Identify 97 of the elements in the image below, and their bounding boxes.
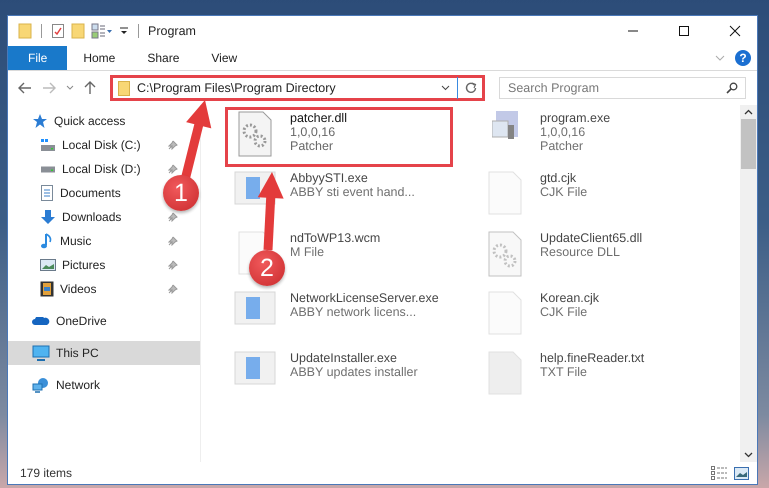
sidebar-item[interactable]: Documents [8,181,125,205]
pin-icon[interactable] [168,236,178,246]
program-icon [492,111,518,139]
up-arrow-icon[interactable] [84,81,96,95]
properties-icon[interactable] [91,23,113,39]
file-detail: ABBY network licens... [290,305,418,319]
drive-icon [40,138,56,152]
recent-caret-icon[interactable] [66,85,74,91]
help-icon[interactable]: ? [735,50,751,66]
star-icon [32,113,48,129]
file-name: help.fineReader.txt [540,351,644,365]
file-item[interactable]: Korean.cjk CJK File [540,291,600,319]
sidebar-item[interactable]: Quick access [8,109,130,133]
ribbon-tab[interactable]: Home [67,46,132,70]
sidebar-item[interactable]: OneDrive [8,309,111,333]
file-detail: Patcher [540,139,584,153]
file-item[interactable]: ndToWP13.wcm M File [290,231,380,259]
film-icon [40,281,54,297]
refresh-icon[interactable] [465,82,477,94]
window-title: Program [148,24,196,38]
file-item[interactable]: NetworkLicenseServer.exe ABBY network licens... [290,291,439,319]
application-icon [234,351,276,385]
sidebar-item[interactable]: Local Disk (C:) [8,133,145,157]
text-file-icon [488,351,522,395]
file-item[interactable]: UpdateInstaller.exe ABBY updates installer [290,351,418,379]
sidebar-item[interactable]: Local Disk (D:) [8,157,145,181]
application-icon [234,291,276,325]
blank-file-icon [488,291,522,335]
music-note-icon [40,233,54,249]
file-name: patcher.dll [290,111,347,125]
file-detail: TXT File [540,365,588,379]
address-field[interactable]: C:\Program Files\Program Directory [110,75,485,101]
sidebar-item[interactable]: Videos [8,277,100,301]
sidebar-item[interactable]: This PC [8,341,200,365]
blank-file-icon [488,171,522,215]
scroll-down-icon[interactable] [744,452,753,458]
minimize-icon [626,30,638,32]
file-name: gtd.cjk [540,171,578,185]
pin-icon[interactable] [168,284,178,294]
item-count: 179 items [20,466,72,480]
picture-frame-icon [40,258,56,272]
file-detail: M File [290,245,326,259]
checklist-icon[interactable] [51,23,65,39]
file-item[interactable]: program.exe 1,0,0,16 Patcher [540,111,610,153]
file-name: ndToWP13.wcm [290,231,380,245]
document-icon [40,185,54,201]
folder-icon [118,80,130,96]
file-item[interactable]: help.fineReader.txt TXT File [540,351,644,379]
file-name: NetworkLicenseServer.exe [290,291,439,305]
pin-icon[interactable] [168,260,178,270]
computer-icon [32,345,50,361]
file-detail: CJK File [540,185,588,199]
network-icon [32,377,50,393]
file-name: Korean.cjk [540,291,600,305]
file-item[interactable]: gtd.cjk CJK File [540,171,588,199]
download-arrow-icon [40,209,56,225]
search-icon[interactable] [726,82,738,94]
sidebar-item[interactable]: Pictures [8,253,110,277]
file-name: UpdateClient65.dll [540,231,642,245]
expand-ribbon-icon[interactable] [715,54,725,62]
pin-icon[interactable] [168,164,178,174]
ribbon-tab[interactable]: View [195,46,254,70]
settings-file-icon [238,111,272,157]
file-detail: ABBY updates installer [290,365,418,379]
search-field[interactable]: Search Program [499,77,746,99]
file-name: program.exe [540,111,610,125]
sidebar-item[interactable]: Downloads [8,205,126,229]
file-detail: Patcher [290,139,334,153]
large-icons-view-icon[interactable] [734,466,749,480]
file-detail: 1,0,0,16 [540,125,586,139]
scroll-up-icon[interactable] [744,109,753,115]
ribbon-tab[interactable]: File [8,46,68,70]
close-icon [728,25,740,37]
file-detail: CJK File [540,305,588,319]
sidebar-item[interactable]: Music [8,229,96,253]
file-name: UpdateInstaller.exe [290,351,398,365]
back-arrow-icon[interactable] [18,82,32,94]
file-detail: ABBY sti event hand... [290,185,415,199]
settings-file-icon [488,231,522,277]
file-item[interactable]: AbbyySTI.exe ABBY sti event hand... [290,171,415,199]
file-item[interactable]: patcher.dll 1,0,0,16 Patcher [290,111,347,153]
file-detail: 1,0,0,16 [290,125,336,139]
sidebar-item[interactable]: Network [8,373,104,397]
cloud-icon [32,317,50,325]
scrollbar[interactable] [740,105,757,462]
file-detail: Resource DLL [540,245,621,259]
drive-icon [40,166,56,172]
scroll-thumb[interactable] [741,119,756,169]
maximize-icon [678,25,690,37]
caret-icon[interactable] [119,26,129,36]
file-item[interactable]: UpdateClient65.dll Resource DLL [540,231,642,259]
dropdown-caret-icon[interactable] [441,85,450,91]
pin-icon[interactable] [168,140,178,150]
details-view-icon[interactable] [711,466,728,480]
ribbon-tab[interactable]: Share [131,46,196,70]
pin-icon[interactable] [168,212,178,222]
file-name: AbbyySTI.exe [290,171,369,185]
